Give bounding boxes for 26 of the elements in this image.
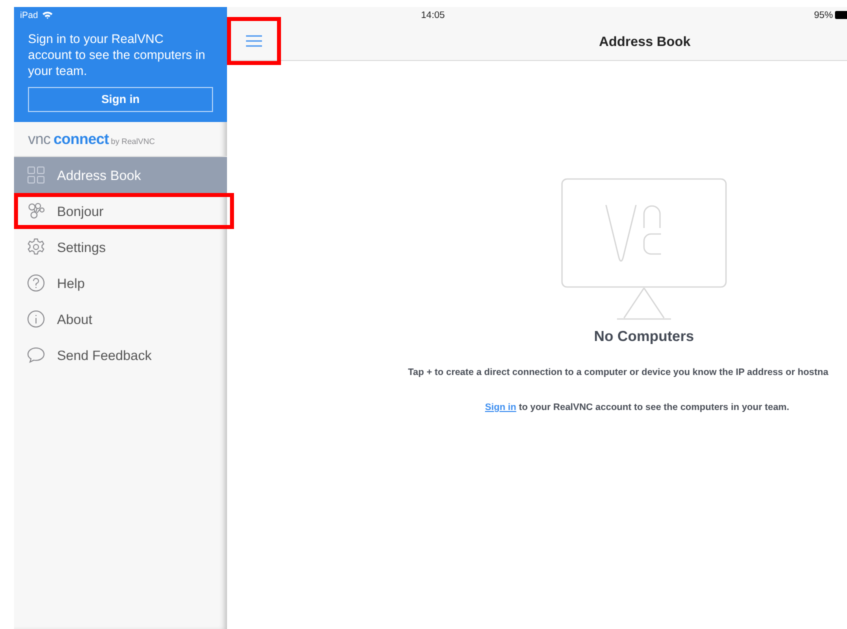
info-icon [27,310,45,328]
battery-percentage: 95% [814,10,833,20]
speech-bubble-icon [27,346,45,364]
grid-icon [27,166,45,184]
help-icon [27,274,45,292]
empty-state-heading: No Computers [594,329,694,345]
settings-icon [27,238,45,256]
logo-text: vnc [28,130,50,150]
sign-in-button[interactable]: Sign in [28,87,213,112]
status-time: 14:05 [421,10,445,20]
sign-in-prompt: Sign in to your RealVNC account to see the computers in your team. [28,31,206,79]
menu-icon [246,35,262,47]
sidebar-item[interactable]: Help [14,265,227,301]
wifi-icon [42,10,54,18]
sidebar-item[interactable]: Send Feedback [14,337,227,373]
page-title: Address Book [599,34,691,48]
logo-text: connect [53,130,109,150]
device-label: iPad [20,10,38,20]
sign-in-note: Sign in to your RealVNC account to see the computers in your team. [485,401,790,412]
sidebar-item[interactable]: Settings [14,229,227,265]
menu-button[interactable] [227,17,281,65]
logo-byline: by RealVNC [110,136,155,148]
sidebar-item[interactable]: Bonjour [14,193,234,229]
empty-state-hint: Tap + to create a direct connection to a computer or device you know the IP address or hostna [408,366,830,377]
sidebar-item[interactable]: About [14,301,227,337]
bonjour-icon [27,202,45,220]
